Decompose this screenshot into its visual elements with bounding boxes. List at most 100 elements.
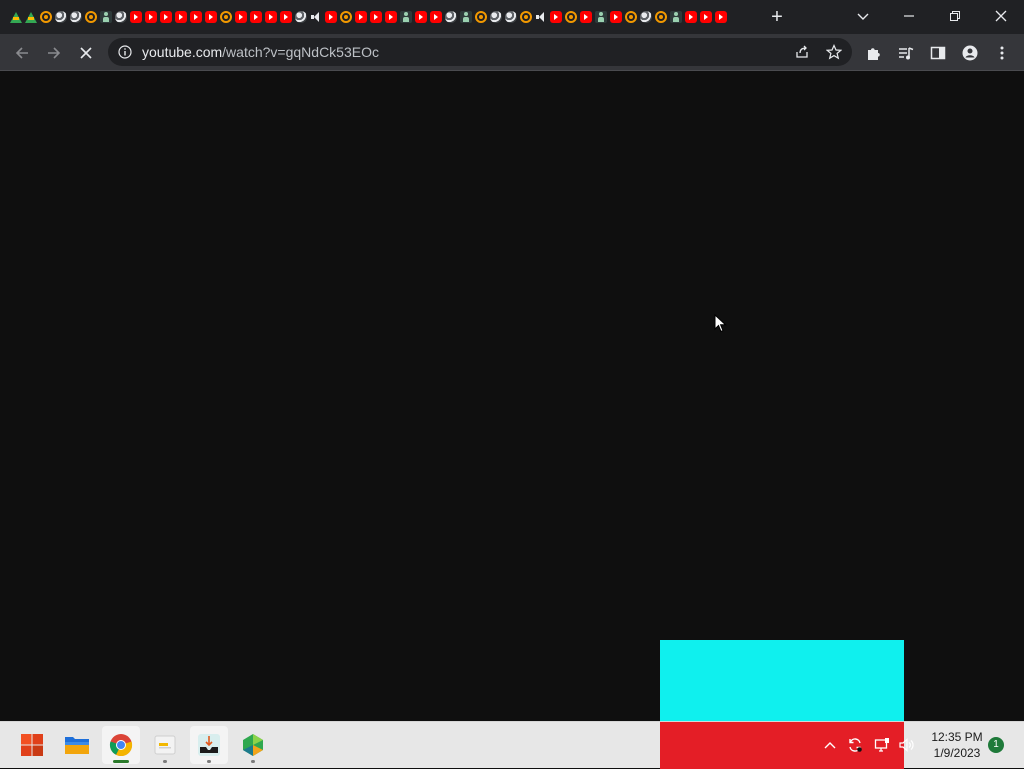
tab-search-button[interactable] (840, 2, 886, 30)
browser-tab[interactable] (53, 8, 68, 26)
clock[interactable]: 12:35 PM 1/9/2023 (926, 729, 988, 761)
youtube-icon (369, 11, 382, 23)
browser-tab[interactable] (263, 8, 278, 26)
browser-tab[interactable] (578, 8, 593, 26)
arrow-left-icon (15, 47, 28, 59)
browser-tab[interactable] (188, 8, 203, 26)
inbox-app-icon (198, 734, 220, 756)
youtube-icon (144, 11, 157, 23)
swirl-icon (639, 11, 652, 23)
chevron-down-icon (857, 13, 869, 20)
browser-tab[interactable] (593, 8, 608, 26)
browser-tab[interactable] (518, 8, 533, 26)
file-explorer-button[interactable] (58, 726, 96, 764)
browser-tab[interactable] (143, 8, 158, 26)
browser-tab[interactable] (698, 8, 713, 26)
browser-tab[interactable] (443, 8, 458, 26)
app-5-taskbar-button[interactable] (234, 726, 272, 764)
bookmark-star-icon[interactable] (826, 44, 842, 60)
browser-tab[interactable] (248, 8, 263, 26)
forward-button[interactable] (40, 39, 68, 67)
restore-button[interactable] (932, 2, 978, 30)
share-icon[interactable] (794, 44, 810, 60)
browser-tab[interactable] (218, 8, 233, 26)
browser-tab[interactable] (293, 8, 308, 26)
browser-tab[interactable] (23, 8, 38, 26)
chrome-taskbar-button[interactable] (102, 726, 140, 764)
stop-loading-button[interactable] (72, 39, 100, 67)
swirl-icon (54, 11, 67, 23)
browser-tab[interactable] (158, 8, 173, 26)
browser-tab[interactable] (278, 8, 293, 26)
browser-tab[interactable] (608, 8, 623, 26)
browser-tab[interactable] (473, 8, 488, 26)
browser-tab[interactable] (653, 8, 668, 26)
browser-tab[interactable] (173, 8, 188, 26)
chevron-up-icon (824, 742, 836, 749)
app-4-taskbar-button[interactable] (190, 726, 228, 764)
browser-tab[interactable] (668, 8, 683, 26)
browser-tab[interactable] (548, 8, 563, 26)
profile-button[interactable] (961, 44, 979, 62)
browser-tab[interactable] (98, 8, 113, 26)
close-icon (80, 47, 92, 59)
orange-ring-icon (654, 11, 667, 23)
browser-tab[interactable] (533, 8, 548, 26)
gem-app-icon (243, 734, 263, 756)
browser-tab[interactable] (368, 8, 383, 26)
browser-tab[interactable] (8, 8, 23, 26)
youtube-icon (324, 11, 337, 23)
browser-tab[interactable] (128, 8, 143, 26)
browser-tab[interactable] (458, 8, 473, 26)
youtube-icon (429, 11, 442, 23)
browser-tab[interactable] (113, 8, 128, 26)
network-tray-button[interactable] (873, 736, 891, 754)
browser-tab[interactable] (713, 8, 728, 26)
show-hidden-icons-button[interactable] (821, 736, 839, 754)
notification-badge[interactable]: 1 (988, 737, 1004, 753)
address-bar[interactable]: youtube.com/watch?v=gqNdCk53EOc (108, 38, 852, 66)
tab-strip: + (0, 0, 1024, 34)
browser-tab[interactable] (338, 8, 353, 26)
browser-tab[interactable] (353, 8, 368, 26)
arrow-right-icon (48, 47, 61, 59)
back-button[interactable] (8, 39, 36, 67)
browser-tab[interactable] (428, 8, 443, 26)
puzzle-icon (868, 48, 880, 60)
app-3-taskbar-button[interactable] (146, 726, 184, 764)
browser-tab[interactable] (398, 8, 413, 26)
mouse-cursor-icon (714, 314, 727, 333)
browser-tab[interactable] (413, 8, 428, 26)
browser-tab[interactable] (83, 8, 98, 26)
url-text[interactable]: youtube.com/watch?v=gqNdCk53EOc (142, 44, 379, 60)
side-panel-button[interactable] (929, 44, 947, 62)
browser-tab[interactable] (683, 8, 698, 26)
browser-tab[interactable] (503, 8, 518, 26)
browser-tab[interactable] (563, 8, 578, 26)
youtube-icon (204, 11, 217, 23)
browser-tab[interactable] (323, 8, 338, 26)
close-button[interactable] (978, 2, 1024, 30)
media-controls-button[interactable] (897, 44, 915, 62)
orange-ring-icon (339, 11, 352, 23)
info-icon[interactable] (118, 45, 132, 59)
browser-tab[interactable] (38, 8, 53, 26)
browser-tab[interactable] (68, 8, 83, 26)
browser-tab[interactable] (233, 8, 248, 26)
volume-tray-button[interactable] (898, 736, 916, 754)
sync-tray-button[interactable] (846, 736, 864, 754)
browser-tab[interactable] (488, 8, 503, 26)
menu-button[interactable] (993, 44, 1011, 62)
new-tab-button[interactable]: + (766, 6, 788, 28)
windows-logo-icon (21, 734, 43, 756)
extensions-button[interactable] (865, 44, 883, 62)
youtube-icon (234, 11, 247, 23)
browser-tab[interactable] (638, 8, 653, 26)
page-content[interactable] (0, 71, 1024, 721)
browser-tab[interactable] (308, 8, 323, 26)
start-button[interactable] (13, 726, 51, 764)
browser-tab[interactable] (623, 8, 638, 26)
minimize-button[interactable] (886, 2, 932, 30)
browser-tab[interactable] (203, 8, 218, 26)
browser-tab[interactable] (383, 8, 398, 26)
